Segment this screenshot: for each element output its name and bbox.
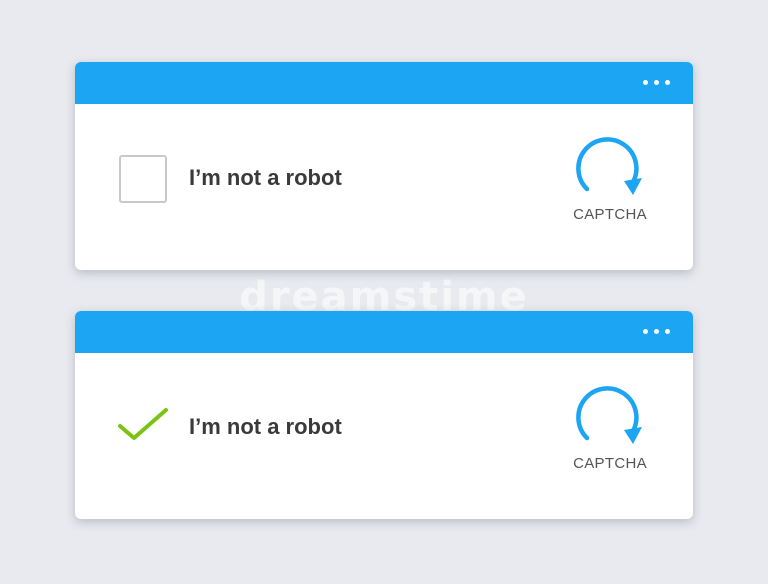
captcha-logo: CAPTCHA <box>565 132 655 232</box>
captcha-widget-unchecked: I’m not a robot CAPTCHA <box>75 62 693 270</box>
title-bar <box>75 311 693 353</box>
checkbox-label: I’m not a robot <box>189 414 342 439</box>
checkbox-label: I’m not a robot <box>189 165 342 190</box>
captcha-logo: CAPTCHA <box>565 381 655 481</box>
captcha-logo-text: CAPTCHA <box>573 206 647 223</box>
checkmark-icon[interactable] <box>117 407 169 443</box>
more-dots-icon[interactable] <box>641 78 673 88</box>
captcha-logo-text: CAPTCHA <box>573 455 647 472</box>
captcha-widget-checked: I’m not a robot CAPTCHA <box>75 311 693 519</box>
title-bar <box>75 62 693 104</box>
captcha-arrow-icon <box>576 137 642 195</box>
more-dots-icon[interactable] <box>641 327 673 337</box>
captcha-arrow-icon <box>576 386 642 444</box>
robot-checkbox[interactable] <box>119 155 167 203</box>
